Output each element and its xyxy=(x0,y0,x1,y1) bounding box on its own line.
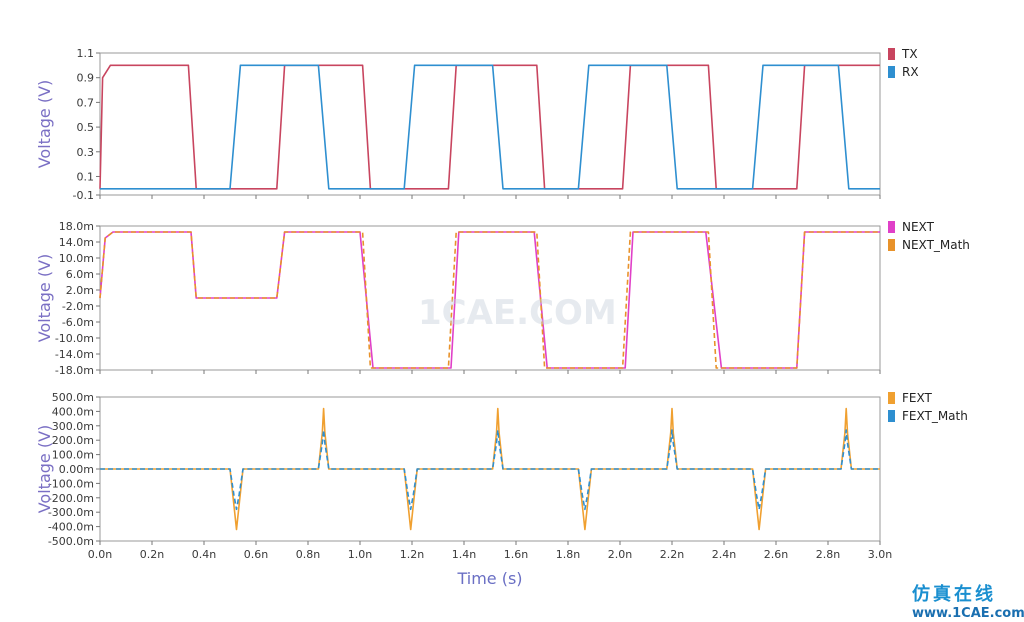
legend-swatch xyxy=(888,239,895,251)
x-tick-label: 2.2n xyxy=(660,548,684,561)
legend-label: FEXT xyxy=(902,391,932,405)
y-tick-label: -300.0m xyxy=(48,506,94,519)
brand-cn-text: 仿真在线 xyxy=(912,583,996,605)
x-tick-label: 2.0n xyxy=(608,548,632,561)
x-tick-label: 0.8n xyxy=(296,548,320,561)
y-tick-label: 500.0m xyxy=(52,391,94,404)
y-tick-label: 0.3 xyxy=(77,146,95,159)
x-tick-label: 2.8n xyxy=(816,548,840,561)
y-tick-label: 2.0m xyxy=(66,284,94,297)
series-line-tx xyxy=(99,64,880,190)
legend-label: NEXT xyxy=(902,220,935,234)
watermark: 1CAE.COM xyxy=(418,293,617,333)
y-tick-label: 100.0m xyxy=(52,449,94,462)
x-tick-label: 0.2n xyxy=(140,548,164,561)
y-axis-label: Voltage (V) xyxy=(35,80,54,169)
y-tick-label: 6.0m xyxy=(66,268,94,281)
y-tick-label: -400.0m xyxy=(48,521,94,534)
y-tick-label: 0.7 xyxy=(77,96,95,109)
x-tick-label: 2.6n xyxy=(764,548,788,561)
legend-swatch xyxy=(888,392,895,404)
x-tick-label: 1.8n xyxy=(556,548,580,561)
panel-1: 1.1 0.9 0.7 0.5 0.3 0.1 -0.1 Voltage (V) TX RX xyxy=(35,47,919,202)
legend-label: FEXT_Math xyxy=(902,409,968,423)
panel-3: 500.0m400.0m 300.0m200.0m 100.0m0.00m-100.… xyxy=(35,391,968,548)
legend-swatch xyxy=(888,221,895,233)
y-axis-label: Voltage (V) xyxy=(35,254,54,343)
y-tick-label: 300.0m xyxy=(52,420,94,433)
y-tick-label: -2.0m xyxy=(62,300,94,313)
x-tick-label: 1.6n xyxy=(504,548,528,561)
y-tick-label: 0.1 xyxy=(77,170,95,183)
y-tick-label: -100.0m xyxy=(48,477,94,490)
crosstalk-waveform-chart: 1.1 0.9 0.7 0.5 0.3 0.1 -0.1 Voltage (V) TX RX 18.… xyxy=(35,47,1024,621)
y-tick-label: 0.5 xyxy=(77,121,95,134)
y-tick-label: 0.9 xyxy=(77,72,95,85)
y-tick-label: -500.0m xyxy=(48,535,94,548)
x-tick-label: 1.2n xyxy=(400,548,424,561)
y-tick-label: 10.0m xyxy=(59,252,94,265)
y-tick-label: -0.1 xyxy=(73,189,94,202)
legend-label: TX xyxy=(901,47,918,61)
y-tick-label: -14.0m xyxy=(55,348,94,361)
x-tick-label: 0.0n xyxy=(88,548,112,561)
y-tick-label: -200.0m xyxy=(48,492,94,505)
legend-swatch xyxy=(888,410,895,422)
x-tick-label: 0.6n xyxy=(244,548,268,561)
y-tick-label: 1.1 xyxy=(77,47,95,60)
y-tick-label: 200.0m xyxy=(52,434,94,447)
y-tick-label: -6.0m xyxy=(62,316,94,329)
y-tick-label: 0.00m xyxy=(59,463,94,476)
y-tick-label: -10.0m xyxy=(55,332,94,345)
x-tick-label: 2.4n xyxy=(712,548,736,561)
x-tick-label: 3.0n xyxy=(868,548,892,561)
x-tick-label: 0.4n xyxy=(192,548,216,561)
x-axis-label: Time (s) xyxy=(456,569,522,588)
legend-label: RX xyxy=(902,65,919,79)
series-line-rx xyxy=(100,64,880,190)
y-tick-label: 14.0m xyxy=(59,236,94,249)
brand-url-text: www.1CAE.com xyxy=(912,606,1024,621)
x-tick-label: 1.4n xyxy=(452,548,476,561)
legend-swatch xyxy=(888,66,895,78)
x-tick-label: 1.0n xyxy=(348,548,372,561)
x-axis: 0.0n 0.2n 0.4n 0.6n 0.8n 1.0n 1.2n 1.4n 1.6n 1.8n… xyxy=(88,548,892,588)
y-tick-label: 18.0m xyxy=(59,220,94,233)
y-tick-label: 400.0m xyxy=(52,405,94,418)
legend-swatch xyxy=(888,48,895,60)
y-tick-label: -18.0m xyxy=(55,364,94,377)
y-axis-label: Voltage (V) xyxy=(35,425,54,514)
legend-label: NEXT_Math xyxy=(902,238,970,252)
brand-logo: 仿真在线 www.1CAE.com xyxy=(912,583,1024,621)
